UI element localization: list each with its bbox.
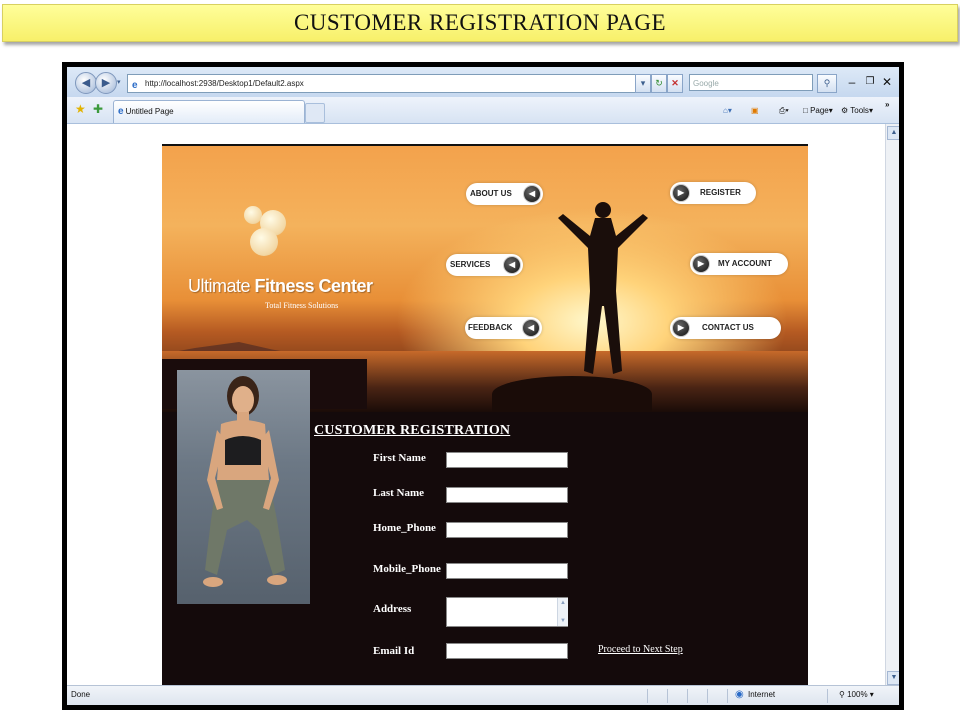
mobile-phone-input[interactable] <box>446 563 568 579</box>
address-toolbar: ◀ ▶ ▾ e http://localhost:2938/Desktop1/De… <box>67 67 899 97</box>
page-menu-label: Page <box>810 106 829 115</box>
first-name-input[interactable] <box>446 452 568 468</box>
nav-register[interactable]: ▶ REGISTER <box>670 182 756 204</box>
minimize-icon[interactable]: – <box>845 75 859 89</box>
email-input[interactable] <box>446 643 568 659</box>
first-name-label: First Name <box>373 452 426 464</box>
last-name-label: Last Name <box>373 487 425 499</box>
status-divider <box>727 689 728 703</box>
nav-about-us[interactable]: ABOUT US ◀ <box>466 183 543 205</box>
form-title: CUSTOMER REGISTRATION <box>314 423 511 438</box>
address-scrollbar[interactable]: ▲ ▼ <box>557 598 568 626</box>
fitness-site: Ultimate Fitness Center Total Fitness So… <box>162 144 808 685</box>
fitness-model-photo <box>177 370 310 604</box>
slide-title: CUSTOMER REGISTRATION PAGE <box>293 10 667 35</box>
address-url: http://localhost:2938/Desktop1/Default2.… <box>145 79 304 88</box>
nav-services-label: SERVICES <box>450 260 491 269</box>
status-divider <box>687 689 688 703</box>
address-label: Address <box>373 603 412 615</box>
address-dropdown-icon[interactable]: ▾ <box>635 74 651 93</box>
status-bar: Done ◉ Internet ⚲ 100% ▾ <box>67 685 899 705</box>
new-tab-button[interactable] <box>305 103 325 123</box>
tab-toolbar: ★ ✚ e Untitled Page ⌂▾ ▣ ⎙▾ □ Page▾ ⚙ Too… <box>67 97 899 124</box>
screenshot-frame: ◀ ▶ ▾ e http://localhost:2938/Desktop1/De… <box>62 62 904 710</box>
scroll-up-icon[interactable]: ▲ <box>887 126 899 140</box>
scroll-down-icon[interactable]: ▼ <box>559 617 567 625</box>
nav-services[interactable]: SERVICES ◀ <box>446 254 523 276</box>
back-button[interactable]: ◀ <box>75 72 97 94</box>
status-divider <box>647 689 648 703</box>
tools-menu-label: Tools <box>850 106 869 115</box>
email-label: Email Id <box>373 645 415 657</box>
globe-icon: ◉ <box>735 689 744 700</box>
search-input[interactable]: Google <box>689 74 813 91</box>
slide-title-banner: CUSTOMER REGISTRATION PAGE <box>2 4 958 42</box>
close-icon[interactable]: ✕ <box>880 75 894 89</box>
chevron-more-icon[interactable]: » <box>885 99 889 111</box>
feeds-icon[interactable]: ▣ <box>751 105 759 117</box>
history-dropdown-icon[interactable]: ▾ <box>117 78 121 86</box>
chevron-right-icon: ▶ <box>692 255 710 273</box>
scroll-up-icon[interactable]: ▲ <box>559 599 567 607</box>
tab-title: Untitled Page <box>125 107 174 116</box>
security-zone: Internet <box>748 690 776 699</box>
search-placeholder: Google <box>693 79 719 88</box>
status-divider <box>707 689 708 703</box>
ie-tab-icon: e <box>118 106 124 117</box>
status-divider <box>827 689 828 703</box>
address-textarea[interactable] <box>446 597 568 627</box>
browser-window: ◀ ▶ ▾ e http://localhost:2938/Desktop1/De… <box>67 67 899 705</box>
brand-name: Ultimate Fitness Center <box>188 276 373 297</box>
favorites-star-icon[interactable]: ★ <box>75 103 86 115</box>
proceed-next-step-link[interactable]: Proceed to Next Step <box>598 644 683 655</box>
nav-feedback-label: FEEDBACK <box>468 323 513 332</box>
page-scrollbar[interactable]: ▲ ▼ <box>885 124 899 685</box>
address-bar[interactable]: e http://localhost:2938/Desktop1/Default2… <box>127 74 649 93</box>
nav-feedback[interactable]: FEEDBACK ◀ <box>465 317 542 339</box>
stop-icon[interactable]: ✕ <box>667 74 683 93</box>
mobile-phone-label: Mobile_Phone <box>373 563 441 575</box>
status-text: Done <box>71 690 91 699</box>
zoom-level: 100% <box>847 690 868 699</box>
chevron-left-icon: ◀ <box>523 185 541 203</box>
brand-word-2: Fitness Center <box>254 276 374 296</box>
chevron-left-icon: ◀ <box>522 319 540 337</box>
nav-my-account[interactable]: ▶ MY ACCOUNT <box>690 253 788 275</box>
nav-contact-us-label: CONTACT US <box>702 323 754 332</box>
home-phone-label: Home_Phone <box>373 522 436 534</box>
status-divider <box>667 689 668 703</box>
home-phone-input[interactable] <box>446 522 568 538</box>
refresh-icon[interactable]: ↻ <box>651 74 667 93</box>
chevron-left-icon: ◀ <box>503 256 521 274</box>
brand-logo-icon <box>244 206 294 262</box>
home-icon[interactable]: ⌂▾ <box>723 105 732 117</box>
page-viewport: Ultimate Fitness Center Total Fitness So… <box>67 124 885 685</box>
zoom-control[interactable]: ⚲ 100% ▾ <box>839 690 874 699</box>
add-favorite-icon[interactable]: ✚ <box>93 103 103 115</box>
brand-tagline: Total Fitness Solutions <box>265 301 339 310</box>
tab-untitled-page[interactable]: e Untitled Page <box>113 100 305 123</box>
nav-about-us-label: ABOUT US <box>470 189 512 198</box>
chevron-right-icon: ▶ <box>672 319 690 337</box>
nav-register-label: REGISTER <box>700 188 741 197</box>
chevron-right-icon: ▶ <box>672 184 690 202</box>
search-icon[interactable]: ⚲ <box>817 74 837 93</box>
nav-contact-us[interactable]: ▶ CONTACT US <box>670 317 781 339</box>
ie-page-icon: e <box>132 80 138 91</box>
scroll-down-icon[interactable]: ▼ <box>887 671 899 685</box>
nav-my-account-label: MY ACCOUNT <box>718 259 772 268</box>
last-name-input[interactable] <box>446 487 568 503</box>
woman-silhouette-image <box>558 202 648 374</box>
brand-word-1: Ultimate <box>188 276 251 296</box>
forward-button[interactable]: ▶ <box>95 72 117 94</box>
restore-icon[interactable]: ❐ <box>863 75 877 89</box>
page-menu[interactable]: □ Page▾ <box>803 105 833 117</box>
print-icon[interactable]: ⎙▾ <box>779 105 789 117</box>
tools-menu[interactable]: ⚙ Tools▾ <box>841 105 873 117</box>
